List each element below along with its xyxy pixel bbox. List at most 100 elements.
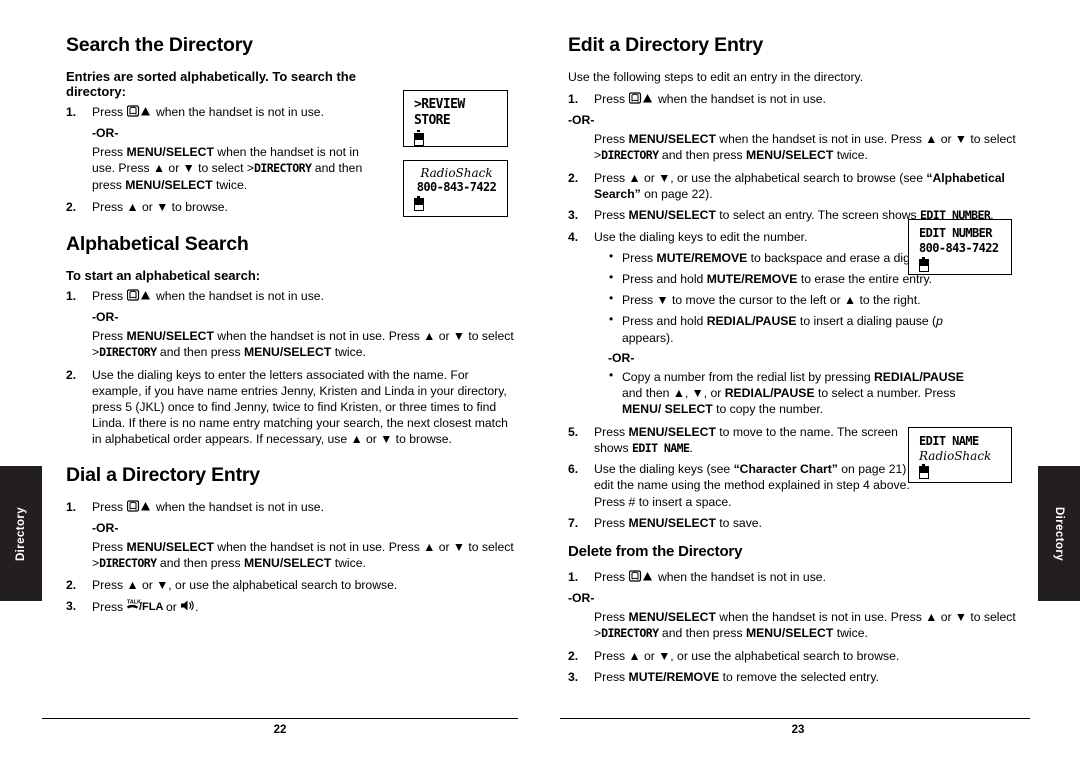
or-text-3: and then press [156, 345, 244, 360]
bullet-text: Press and hold REDIAL/PAUSE to insert a … [622, 314, 943, 345]
step-text-after: when the handset is not in use. [155, 499, 324, 514]
steps-alphabetical-search-2: 2. Use the dialing keys to enter the let… [66, 367, 518, 448]
or-bold-2: MENU/SELECT [125, 177, 213, 192]
list-item: 1. Press when the handset is not in use. [568, 569, 1030, 586]
or-bold-1: MENU/SELECT [628, 132, 716, 147]
phonebook-up-icon [126, 105, 153, 121]
step-text-before: Press [92, 288, 124, 303]
or-text-1: Press [92, 145, 127, 160]
list-item: • Press and hold REDIAL/PAUSE to insert … [608, 312, 978, 345]
step-text-before: Press [92, 499, 124, 514]
list-item: 2. Press ▲ or ▼, or use the alphabetical… [568, 170, 1030, 202]
step-text: Press MENU/SELECT to move to the name. T… [594, 424, 898, 455]
steps-dial-directory-entry-2: 2. Press ▲ or ▼, or use the alphabetical… [66, 577, 518, 616]
lcd-line-1: EDIT NAME [919, 434, 979, 448]
bullets-edit-copy-redial: • Copy a number from the redial list by … [608, 367, 983, 418]
or-bold-2: MENU/SELECT [243, 555, 332, 570]
step-text-after: when the handset is not in use. [657, 92, 826, 107]
lcd-radioshack-number: RadioShack 800-843-7422 [403, 160, 508, 217]
or-text-4: twice. [833, 148, 868, 163]
step-number: 1. [568, 92, 579, 107]
steps-delete-from-directory-rest: 2. Press ▲ or ▼, or use the alphabetical… [568, 648, 1030, 685]
or-text-1: Press [92, 539, 127, 554]
or-text-1: Press [594, 610, 629, 625]
or-lcd-word: DIRECTORY [253, 161, 312, 176]
talk-flash-key: TALK /FLASH [126, 598, 178, 616]
step-number: 1. [66, 105, 77, 119]
or-bold-2: MENU/SELECT [243, 345, 332, 360]
step-number: 3. [568, 669, 579, 684]
phonebook-up-icon [628, 570, 655, 586]
or-paragraph-alpha: Press MENU/SELECT when the handset is no… [92, 328, 518, 360]
or-text-1: Press [92, 329, 127, 344]
list-item: • Press ▼ to move the cursor to the left… [608, 291, 978, 308]
bullet-text: Press MUTE/REMOVE to backspace and erase… [622, 250, 920, 265]
steps-edit-directory-entry: 1. Press when the handset is not in use. [568, 91, 1030, 108]
or-text-1: Press [594, 132, 629, 147]
lcd-line-1: EDIT NUMBER [919, 226, 992, 240]
list-item: 1. Press when the handset is not in use. [66, 288, 518, 305]
or-text-3: and then press [658, 626, 746, 641]
side-tab-directory-left: Directory [0, 466, 42, 601]
step-number: 2. [66, 199, 77, 214]
page-number-left: 22 [273, 724, 287, 736]
or-paragraph-delete: Press MENU/SELECT when the handset is no… [594, 609, 1030, 641]
step-number: 4. [568, 229, 579, 244]
step-number: 2. [568, 648, 579, 663]
bullet-dot: • [609, 367, 614, 382]
intro-alphabetical-search: To start an alphabetical search: [66, 267, 261, 283]
list-item: • Copy a number from the redial list by … [608, 367, 983, 418]
step-text: Press ▲ or ▼, or use the alphabetical se… [594, 648, 900, 663]
bullet-text: Press and hold MUTE/REMOVE to erase the … [622, 271, 933, 286]
bullet-dot: • [609, 248, 614, 263]
or-text-3: and then press [658, 148, 746, 163]
or-label-dial: -OR- [92, 520, 119, 535]
side-tab-right-label: Directory [1053, 506, 1065, 561]
step-number: 1. [568, 570, 579, 585]
phonebook-up-icon [126, 289, 153, 305]
manual-page-spread: Directory Directory Search the Directory… [0, 0, 1080, 768]
step-text-before: Press [92, 600, 124, 615]
or-paragraph-dial: Press MENU/SELECT when the handset is no… [92, 539, 518, 571]
list-item: 7. Press MENU/SELECT to save. [568, 515, 924, 531]
steps-alphabetical-search: 1. Press when the handset is not in use. [66, 288, 518, 305]
lcd-line-2: RadioShack [919, 449, 992, 463]
or-bold-1: MENU/SELECT [126, 329, 214, 344]
step-text: Press ▲ or ▼, or use the alphabetical se… [92, 578, 398, 593]
step-text-after: when the handset is not in use. [155, 288, 324, 303]
step-text-end: . [195, 600, 199, 615]
step-number: 3. [66, 599, 77, 614]
lcd-line-2: STORE [414, 113, 451, 129]
heading-search-the-directory: Search the Directory [66, 34, 253, 56]
step-text-before: Press [594, 570, 626, 585]
list-item: 6. Use the dialing keys (see “Character … [568, 461, 924, 510]
step-text-after: or [165, 600, 177, 615]
steps-dial-directory-entry: 1. Press when the handset is not in use. [66, 499, 518, 516]
right-page-column: Edit a Directory Entry Use the following… [568, 34, 1030, 690]
battery-icon [414, 130, 424, 146]
page-number-right: 23 [791, 724, 805, 736]
speakerphone-icon [180, 599, 195, 616]
step-number: 7. [568, 515, 579, 530]
step-text-after: when the handset is not in use. [155, 105, 324, 119]
phonebook-up-icon [628, 92, 655, 108]
battery-icon [414, 195, 424, 212]
step-number: 2. [568, 170, 579, 185]
svg-text:/FLASH: /FLASH [139, 601, 163, 612]
step-number: 6. [568, 462, 579, 477]
lcd-edit-name: EDIT NAME RadioShack [908, 427, 1012, 483]
step-text-after: when the handset is not in use. [657, 570, 826, 585]
bullet-dot: • [609, 291, 614, 306]
battery-icon [919, 463, 929, 480]
lcd-line-1: >REVIEW [414, 97, 465, 112]
or-text-4: twice. [212, 177, 248, 192]
or-label-delete: -OR- [568, 591, 595, 606]
or-bold-2: MENU/SELECT [745, 626, 834, 641]
bullet-text: Copy a number from the redial list by pr… [622, 369, 964, 417]
list-item: 2. Press ▲ or ▼, or use the alphabetical… [66, 577, 518, 593]
lcd-review-store: >REVIEW STORE [403, 90, 508, 147]
or-lcd-word: DIRECTORY [601, 148, 659, 163]
step-number: 2. [66, 578, 77, 593]
heading-delete-from-directory: Delete from the Directory [568, 543, 743, 561]
heading-dial-directory-entry: Dial a Directory Entry [66, 463, 260, 486]
